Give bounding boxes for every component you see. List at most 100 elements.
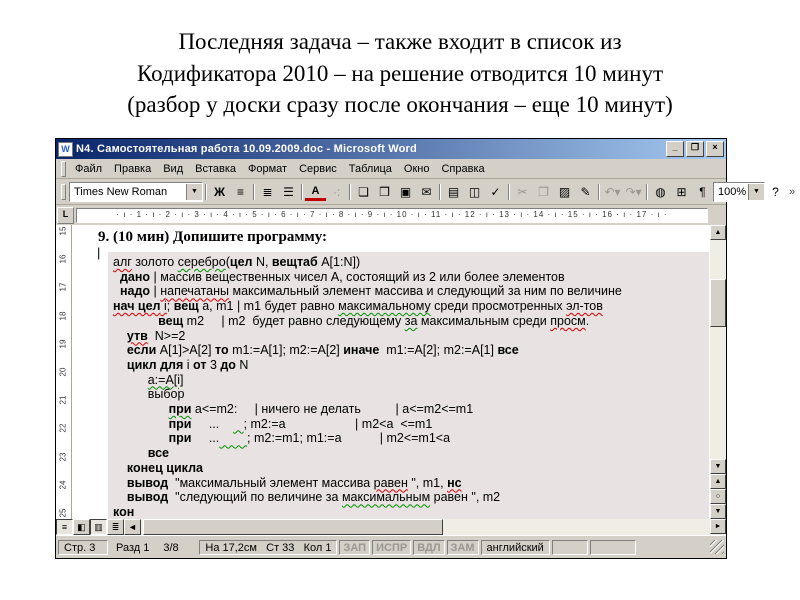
status-language[interactable]: английский (480, 539, 550, 555)
maximize-button[interactable]: ❐ (686, 141, 704, 157)
chevron-down-icon[interactable]: ▼ (748, 183, 764, 200)
menu-item[interactable]: Вставка (189, 162, 242, 176)
code-line: при ... ; m2:=m1; m1:=a | m2<=m1<a (168, 431, 451, 446)
toolbar-options-icon[interactable]: » (789, 186, 795, 198)
print-layout-view-icon[interactable]: ▥ (90, 519, 107, 535)
code-line: цикл для i от 3 до N (126, 357, 249, 372)
next-page-icon[interactable]: ▼ (710, 504, 726, 519)
bullets-icon[interactable]: ☰ (278, 182, 299, 201)
vertical-scroll-thumb[interactable] (710, 279, 726, 328)
web-layout-view-icon[interactable]: ◧ (73, 519, 90, 535)
code-line: алг золото серебро(цел N, вещтаб A[1:N]) (113, 255, 361, 269)
paste-icon[interactable]: ▨ (554, 182, 575, 201)
minimize-button[interactable]: _ (666, 141, 684, 157)
menu-item[interactable]: Окно (398, 162, 436, 176)
code-line: вещ m2 | m2 будет равно следующему за ма… (158, 313, 590, 328)
scroll-right-icon[interactable]: ► (710, 519, 726, 534)
cut-icon[interactable]: ✂ (512, 182, 533, 201)
vertical-ruler-mark: 19 (58, 339, 68, 349)
vertical-scrollbar[interactable]: ▲ ▼ ▲ ○ ▼ (710, 225, 726, 519)
normal-view-icon[interactable]: ≡ (56, 519, 73, 535)
vertical-ruler-mark: 17 (58, 282, 68, 292)
scroll-up-icon[interactable]: ▲ (710, 225, 726, 240)
menu-drag-handle[interactable] (61, 160, 66, 177)
word-window: W N4. Самостоятельная работа 10.09.2009.… (55, 138, 795, 559)
menu-item[interactable]: Вид (157, 162, 189, 176)
status-position: На 17,2см Ст 33 Кол 1 (199, 539, 338, 555)
document-page[interactable]: 9. (10 мин) Допишите программу: | алг зо… (72, 225, 710, 519)
toolbar-separator (349, 183, 351, 200)
outline-view-icon[interactable]: ≣ (107, 519, 124, 535)
vertical-ruler-mark: 16 (58, 254, 68, 264)
resize-grip[interactable] (710, 540, 724, 554)
bold-icon[interactable]: Ж (209, 182, 230, 201)
status-bar: Стр. 3 Разд 1 3/8 На 17,2см Ст 33 Кол 1 … (56, 535, 726, 558)
font-color-icon[interactable]: A (305, 184, 326, 201)
select-browse-object-icon[interactable]: ○ (710, 489, 726, 504)
tables-borders-icon[interactable]: ⊞ (671, 182, 692, 201)
horizontal-scrollbar[interactable]: ≡ ◧ ▥ ≣ ◄ ► (56, 519, 726, 535)
status-mode-indicator[interactable]: ВДЛ (413, 539, 445, 555)
more-format-icon[interactable]: ·: (326, 182, 347, 201)
tab-selector[interactable]: L (57, 206, 74, 224)
new-document-icon[interactable]: ❏ (353, 182, 374, 201)
horizontal-scroll-track[interactable] (141, 519, 710, 535)
chevron-down-icon[interactable]: ▼ (186, 183, 202, 200)
menu-item[interactable]: Таблица (343, 162, 398, 176)
close-button[interactable]: × (706, 141, 724, 157)
task-heading: 9. (10 мин) Допишите программу: (98, 229, 328, 245)
title-bar[interactable]: W N4. Самостоятельная работа 10.09.2009.… (56, 139, 726, 159)
help-button[interactable]: ? (765, 182, 786, 201)
insert-hyperlink-icon[interactable]: ◍ (650, 182, 671, 201)
scroll-down-icon[interactable]: ▼ (710, 459, 726, 474)
vertical-scroll-track[interactable] (710, 240, 726, 459)
print-icon[interactable]: ▤ (443, 182, 464, 201)
vertical-ruler-mark: 24 (58, 480, 68, 490)
print-preview-icon[interactable]: ◫ (464, 182, 485, 201)
slide-title-line: (разбор у доски сразу после окончания – … (127, 92, 673, 118)
redo-icon[interactable]: ↷▾ (623, 182, 644, 201)
format-painter-icon[interactable]: ✎ (575, 182, 596, 201)
show-paragraph-marks-icon[interactable]: ¶ (692, 182, 713, 201)
code-line: конец цикла (126, 460, 203, 475)
align-left-icon[interactable]: ≡ (230, 182, 251, 201)
previous-page-icon[interactable]: ▲ (710, 474, 726, 489)
copy-icon[interactable]: ❐ (533, 182, 554, 201)
horizontal-scroll-thumb[interactable] (143, 519, 443, 535)
menu-item[interactable]: Правка (108, 162, 157, 176)
code-line: все (147, 446, 170, 461)
toolbar-separator (598, 183, 600, 200)
vertical-ruler-mark: 21 (58, 395, 68, 405)
open-icon[interactable]: ❒ (374, 182, 395, 201)
toolbar-separator (301, 183, 303, 200)
slide-title-line: Последняя задача – также входит в список… (178, 29, 622, 54)
status-page: Стр. 3 (58, 539, 108, 555)
slide-title-line: Кодификатора 2010 – на решение отводится… (136, 60, 663, 86)
zoom-select[interactable]: 100% ▼ (713, 181, 765, 202)
save-icon[interactable]: ▣ (395, 182, 416, 201)
mail-icon[interactable]: ✉ (416, 182, 437, 201)
scroll-left-icon[interactable]: ◄ (124, 519, 141, 535)
status-mode-indicator[interactable]: ИСПР (372, 539, 412, 555)
undo-icon[interactable]: ↶▾ (602, 182, 623, 201)
menu-item[interactable]: Сервис (293, 162, 343, 176)
toolbar-drag-handle[interactable] (61, 183, 66, 200)
horizontal-ruler[interactable]: · ı · 1 · ı · 2 · ı · 3 · ı · 4 · ı · 5 … (76, 207, 708, 223)
font-name-select[interactable]: Times New Roman ▼ (69, 181, 203, 202)
code-line: вывод "следующий по величине за максимал… (126, 490, 501, 505)
code-line: вывод "максимальный элемент массива раве… (126, 475, 462, 490)
menu-item[interactable]: Справка (435, 162, 490, 176)
status-page-of: 3/8 (163, 541, 179, 554)
vertical-ruler[interactable]: 15 16 17 18 19 20 21 22 23 24 25 (56, 225, 72, 519)
toolbar: Times New Roman ▼ Ж ≡ ≣ ☰ A ·: ❏ ❒ ▣ ✉ ▤ ◫ ✓ ✂ ❐ ▨ ✎ ↶▾ ↷▾… (56, 179, 795, 205)
status-mode-indicator[interactable]: ЗАМ (446, 539, 479, 555)
spelling-icon[interactable]: ✓ (485, 182, 506, 201)
numbering-icon[interactable]: ≣ (257, 182, 278, 201)
status-mode-indicator[interactable]: ЗАП (339, 539, 371, 555)
algorithm-code-block: алг золото серебро(цел N, вещтаб A[1:N])… (108, 252, 709, 519)
menu-item[interactable]: Формат (242, 162, 293, 176)
menu-item[interactable]: Файл (69, 162, 108, 176)
vertical-ruler-mark: 20 (58, 367, 68, 377)
vertical-ruler-mark: 18 (58, 311, 68, 321)
toolbar-separator (439, 183, 441, 200)
